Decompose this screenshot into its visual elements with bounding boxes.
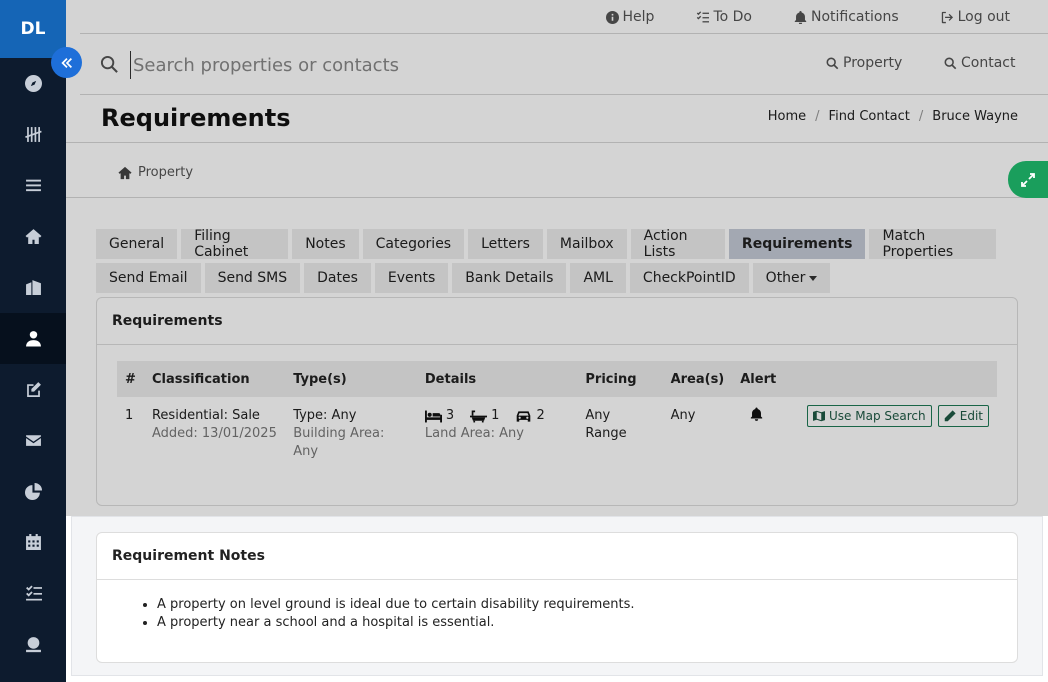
envelope-icon — [25, 435, 41, 446]
list-item: A property on level ground is ideal due … — [157, 596, 1017, 614]
sidebar: DL — [0, 0, 66, 682]
sidebar-item-edit[interactable] — [0, 364, 66, 415]
sidebar-item-finance[interactable] — [0, 619, 66, 670]
compass-icon — [24, 75, 42, 92]
money-icon — [25, 637, 41, 653]
edit-icon — [26, 382, 41, 397]
requirement-notes-card: Requirement Notes A property on level gr… — [96, 532, 1018, 663]
expand-icon — [1021, 172, 1035, 187]
sidebar-item-reports[interactable] — [0, 466, 66, 517]
calendar-icon — [25, 534, 41, 550]
main-area: Help To Do Notifications Log out Propert… — [66, 0, 1048, 682]
sidebar-item-buildings[interactable] — [0, 262, 66, 313]
requirement-notes-heading: Requirement Notes — [97, 533, 1017, 580]
notes-list: A property on level ground is ideal due … — [97, 580, 1017, 632]
expand-button[interactable] — [1008, 161, 1048, 198]
sidebar-item-calendar[interactable] — [0, 517, 66, 568]
dim-overlay — [66, 0, 1048, 516]
checklist-icon — [25, 585, 42, 601]
double-chevron-left-icon — [60, 57, 72, 68]
sidebar-item-tally[interactable] — [0, 109, 66, 160]
tally-icon — [24, 127, 42, 142]
sidebar-item-mail[interactable] — [0, 415, 66, 466]
user-icon — [25, 331, 41, 347]
list-item: A property near a school and a hospital … — [157, 614, 1017, 632]
menu-icon — [25, 179, 41, 192]
sidebar-item-list[interactable] — [0, 160, 66, 211]
sidebar-item-contacts[interactable] — [0, 313, 66, 364]
home-icon — [25, 229, 41, 244]
building-icon — [25, 280, 41, 295]
sidebar-item-tasks[interactable] — [0, 568, 66, 619]
pie-chart-icon — [24, 483, 42, 500]
sidebar-item-home[interactable] — [0, 211, 66, 262]
collapse-sidebar-button[interactable] — [51, 47, 82, 78]
